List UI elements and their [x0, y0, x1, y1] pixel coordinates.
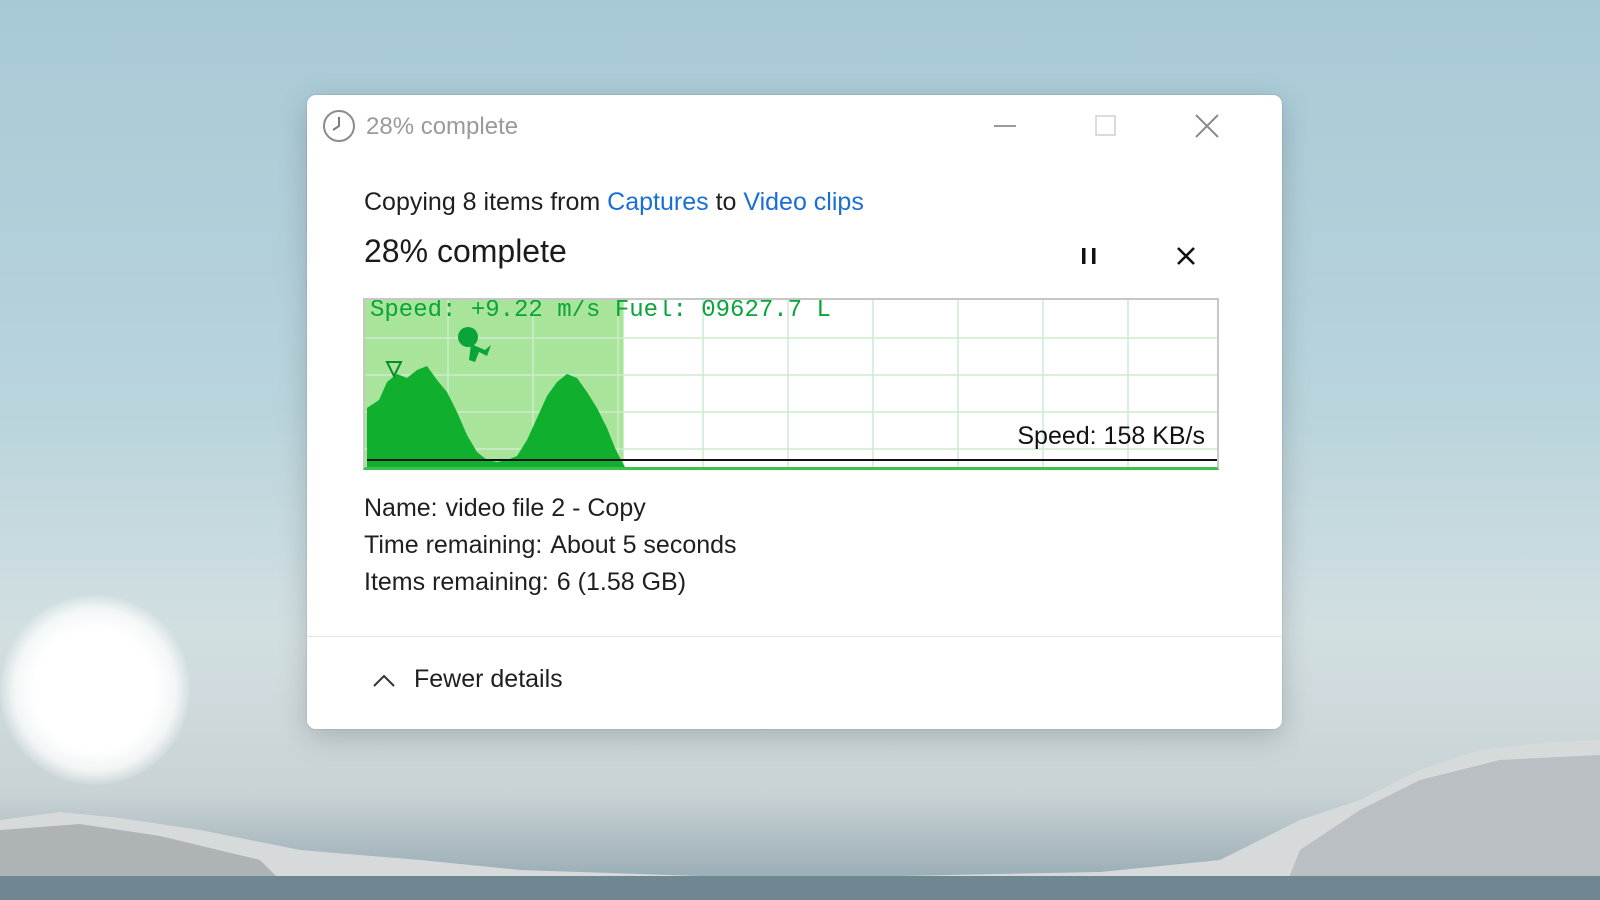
close-window-button[interactable] [1184, 105, 1230, 147]
transfer-speed-graph: Speed: +9.22 m/s Fuel: 09627.7 L Speed: … [363, 298, 1219, 470]
speed-readout: Speed: 158 KB/s [1017, 422, 1205, 450]
close-icon [1195, 114, 1219, 138]
detail-name: Name: video file 2 - Copy [364, 494, 646, 523]
cancel-button[interactable] [1168, 238, 1204, 274]
copy-prefix: Copying 8 items from [364, 188, 601, 216]
detail-name-value: video file 2 - Copy [445, 494, 646, 522]
minimize-icon [994, 125, 1016, 127]
fewer-details-label: Fewer details [414, 665, 563, 693]
detail-time-value: About 5 seconds [550, 531, 737, 559]
desktop-landscape [0, 740, 1600, 900]
progress-heading: 28% complete [364, 233, 567, 269]
pause-button[interactable] [1071, 238, 1107, 274]
detail-time-label: Time remaining: [364, 531, 543, 559]
title-bar[interactable]: 28% complete [307, 95, 1282, 157]
close-icon [1177, 247, 1195, 265]
lander-hud-text: Speed: +9.22 m/s Fuel: 09627.7 L [370, 298, 831, 324]
copy-summary: Copying 8 items from Captures to Video c… [364, 188, 864, 217]
destination-folder-link[interactable]: Video clips [743, 188, 863, 216]
minimize-button[interactable] [982, 105, 1028, 147]
source-folder-link[interactable]: Captures [607, 188, 708, 216]
detail-name-label: Name: [364, 494, 438, 522]
maximize-button[interactable] [1083, 105, 1129, 147]
chevron-up-icon [373, 674, 395, 687]
pause-icon [1082, 248, 1096, 264]
maximize-icon [1095, 115, 1116, 136]
file-copy-dialog: 28% complete Copying 8 items from Captur… [307, 95, 1282, 729]
detail-items: Items remaining: 6 (1.58 GB) [364, 568, 686, 597]
clock-icon [323, 110, 355, 142]
detail-time: Time remaining: About 5 seconds [364, 531, 737, 560]
dialog-footer: Fewer details [307, 636, 1282, 729]
detail-items-label: Items remaining: [364, 568, 549, 596]
fewer-details-toggle[interactable]: Fewer details [372, 665, 563, 694]
window-title: 28% complete [366, 113, 519, 140]
detail-items-value: 6 (1.58 GB) [556, 568, 687, 596]
copy-joiner: to [715, 188, 737, 216]
